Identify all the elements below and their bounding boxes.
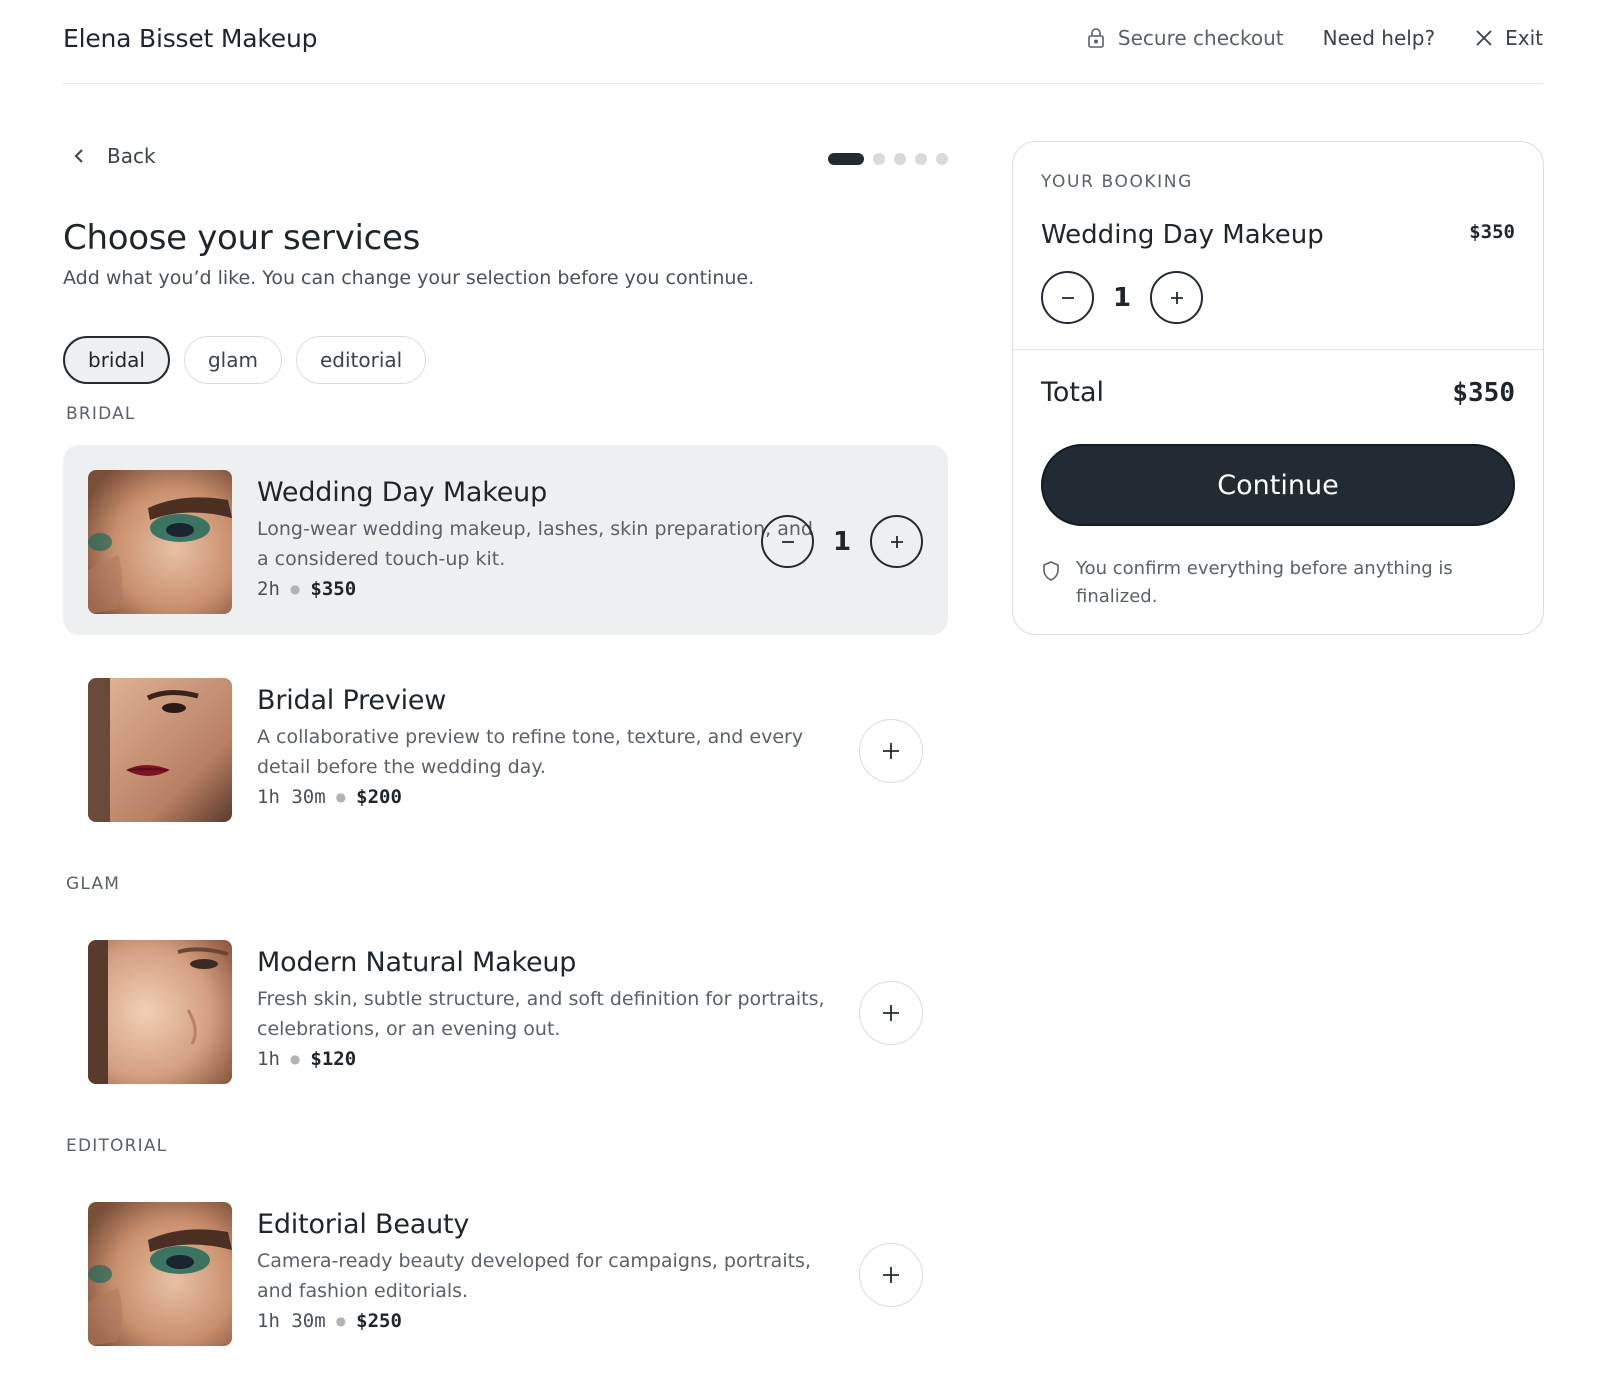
minus-icon <box>781 540 794 543</box>
service-card-bridal-preview[interactable]: Bridal Preview A collaborative preview t… <box>63 653 948 843</box>
service-duration: 2h <box>257 578 280 600</box>
section-label-editorial: EDITORIAL <box>66 1136 168 1156</box>
confirmation-note-text: You confirm everything before anything i… <box>1076 558 1453 607</box>
service-name: Bridal Preview <box>257 685 447 716</box>
service-description: A collaborative preview to refine tone, … <box>257 726 804 778</box>
top-header: Elena Bisset Makeup Secure checkout Need… <box>63 0 1543 84</box>
booking-increase-button[interactable] <box>1150 271 1203 324</box>
service-price: $350 <box>310 578 357 600</box>
shield-icon <box>1043 561 1059 581</box>
service-thumbnail <box>88 1202 232 1346</box>
secure-checkout-label: Secure checkout <box>1117 26 1284 50</box>
portrait-image <box>88 470 232 614</box>
back-button[interactable]: Back <box>71 144 156 168</box>
booking-decrease-button[interactable] <box>1041 271 1094 324</box>
service-card-editorial-beauty[interactable]: Editorial Beauty Camera-ready beauty dev… <box>63 1177 948 1367</box>
progress-step-2 <box>873 153 885 165</box>
service-description: Fresh skin, subtle structure, and soft d… <box>257 988 825 1040</box>
progress-step-3 <box>894 153 906 165</box>
meta-separator: ● <box>335 790 347 804</box>
service-name: Editorial Beauty <box>257 1209 470 1240</box>
back-label: Back <box>107 144 156 168</box>
service-duration: 1h 30m <box>257 786 326 808</box>
total-label: Total <box>1041 377 1105 408</box>
service-price: $250 <box>356 1310 402 1332</box>
decrease-quantity-button[interactable] <box>761 515 814 568</box>
lock-icon <box>1088 28 1104 48</box>
booking-item-price: $350 <box>1469 221 1515 243</box>
category-filters: bridal glam editorial <box>63 336 440 384</box>
service-meta: 1h 30m ● $250 <box>257 1310 827 1332</box>
header-actions: Secure checkout Need help? Exit <box>1086 26 1543 50</box>
service-name: Modern Natural Makeup <box>257 947 577 978</box>
filter-chip-bridal[interactable]: bridal <box>63 336 170 384</box>
booking-label: YOUR BOOKING <box>1041 172 1193 192</box>
secure-checkout-indicator: Secure checkout <box>1086 26 1284 50</box>
service-description: Camera-ready beauty developed for campai… <box>257 1250 811 1302</box>
service-meta: 1h 30m ● $200 <box>257 786 827 808</box>
progress-step-4 <box>915 153 927 165</box>
brand-name[interactable]: Elena Bisset Makeup <box>63 24 317 53</box>
service-info: Modern Natural Makeup Fresh skin, subtle… <box>257 947 827 1070</box>
meta-separator: ● <box>289 1052 301 1066</box>
increase-quantity-button[interactable] <box>870 515 923 568</box>
service-meta: 2h ● $350 <box>257 578 827 600</box>
section-label-bridal: BRIDAL <box>66 404 136 424</box>
plus-icon <box>890 535 903 548</box>
close-icon <box>1476 30 1492 46</box>
service-thumbnail <box>88 678 232 822</box>
plus-icon <box>883 1005 899 1021</box>
meta-separator: ● <box>335 1314 347 1328</box>
service-description: Long-wear wedding makeup, lashes, skin p… <box>257 518 813 570</box>
need-help-link[interactable]: Need help? <box>1323 26 1435 50</box>
booking-item-name: Wedding Day Makeup <box>1041 220 1324 250</box>
progress-step-5 <box>936 153 948 165</box>
progress-steps <box>828 153 948 165</box>
booking-quantity-value: 1 <box>1112 282 1132 313</box>
quantity-value: 1 <box>832 526 852 557</box>
progress-step-1 <box>828 153 864 165</box>
service-duration: 1h 30m <box>257 1310 326 1332</box>
meta-separator: ● <box>289 582 301 596</box>
add-service-button[interactable] <box>859 1243 923 1307</box>
confirmation-note: You confirm everything before anything i… <box>1041 555 1456 611</box>
service-info: Editorial Beauty Camera-ready beauty dev… <box>257 1209 827 1332</box>
booking-quantity-stepper: 1 <box>1041 271 1203 324</box>
filter-chip-editorial[interactable]: editorial <box>295 336 427 384</box>
total-value: $350 <box>1452 378 1515 408</box>
service-thumbnail <box>88 940 232 1084</box>
portrait-image <box>88 1202 232 1346</box>
service-info: Bridal Preview A collaborative preview t… <box>257 685 827 808</box>
plus-icon <box>883 743 899 759</box>
chevron-left-icon <box>74 149 83 163</box>
service-info: Wedding Day Makeup Long-wear wedding mak… <box>257 477 827 600</box>
filter-chip-glam[interactable]: glam <box>183 336 282 384</box>
continue-button[interactable]: Continue <box>1041 444 1515 526</box>
service-card-wedding-day-makeup[interactable]: Wedding Day Makeup Long-wear wedding mak… <box>63 445 948 635</box>
panel-divider <box>1013 349 1543 350</box>
exit-button[interactable]: Exit <box>1475 26 1543 50</box>
service-price: $200 <box>356 786 402 808</box>
plus-icon <box>1170 291 1183 304</box>
add-service-button[interactable] <box>859 719 923 783</box>
plus-icon <box>883 1267 899 1283</box>
booking-summary-panel: YOUR BOOKING Wedding Day Makeup $350 1 T… <box>1012 141 1544 635</box>
service-name: Wedding Day Makeup <box>257 477 548 508</box>
service-duration: 1h <box>257 1048 280 1070</box>
quantity-stepper: 1 <box>761 515 923 568</box>
service-price: $120 <box>310 1048 357 1070</box>
service-thumbnail <box>88 470 232 614</box>
portrait-image <box>88 678 232 822</box>
add-service-button[interactable] <box>859 981 923 1045</box>
exit-label: Exit <box>1505 26 1543 50</box>
service-card-modern-natural-makeup[interactable]: Modern Natural Makeup Fresh skin, subtle… <box>63 915 948 1105</box>
page-title: Choose your services <box>63 218 421 258</box>
page-subtitle: Add what you’d like. You can change your… <box>63 267 755 289</box>
section-label-glam: GLAM <box>66 874 121 894</box>
minus-icon <box>1061 296 1074 299</box>
portrait-image <box>88 940 232 1084</box>
service-meta: 1h ● $120 <box>257 1048 827 1070</box>
